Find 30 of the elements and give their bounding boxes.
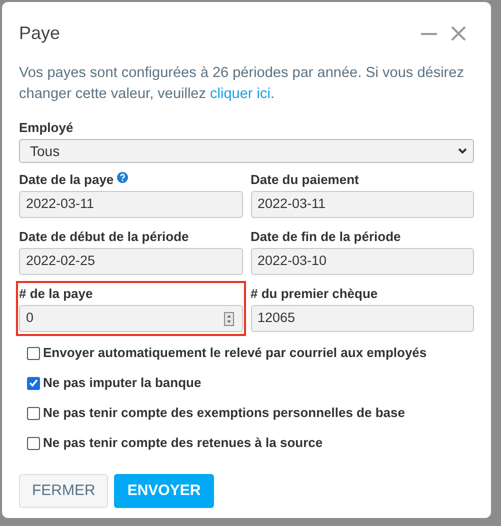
input-field[interactable]: 2022-03-11	[19, 191, 242, 218]
employee-select[interactable]: Tous	[19, 139, 474, 163]
field-label: Date de la paye	[19, 171, 114, 189]
field-label: # du premier chèque	[250, 285, 378, 303]
input-field[interactable]: 2022-03-10	[250, 248, 474, 275]
close-button[interactable]: FERMER	[19, 474, 108, 508]
dialog-title: Paye	[19, 22, 60, 45]
checkbox[interactable]	[27, 406, 40, 420]
field-label: Date de début de la période	[19, 228, 189, 246]
field-label: Employé	[19, 119, 74, 137]
help-icon[interactable]	[116, 172, 128, 182]
input-field[interactable]: 12065	[250, 305, 474, 332]
info-text: Vos payes sont configurées à 26 périodes par année. Si vous désirez changer cette valeur, veuillez cliquer ici.	[19, 64, 465, 104]
field-label: Date du paiement	[250, 171, 359, 189]
input-field[interactable]: 2022-03-11	[250, 191, 474, 218]
spinner-icon[interactable]	[224, 312, 234, 326]
input-field[interactable]: 0	[19, 305, 242, 332]
checkbox-label[interactable]: Ne pas imputer la banque	[43, 374, 202, 392]
checkbox-label[interactable]: Ne pas tenir compte des retenues à la source	[43, 434, 323, 452]
field-label: # de la paye	[19, 285, 93, 303]
minimize-icon[interactable]	[421, 32, 437, 34]
checkbox[interactable]	[27, 376, 40, 390]
checkbox-label[interactable]: Envoyer automatiquement le relevé par courriel aux employés	[43, 344, 427, 362]
checkbox[interactable]	[27, 346, 40, 360]
checkbox[interactable]	[27, 436, 40, 450]
close-icon[interactable]	[451, 26, 466, 41]
input-field[interactable]: 2022-02-25	[19, 248, 242, 275]
checkbox-label[interactable]: Ne pas tenir compte des exemptions personnelles de base	[43, 404, 405, 422]
chevron-down-icon	[458, 148, 467, 154]
field-label: Date de fin de la période	[250, 228, 401, 246]
